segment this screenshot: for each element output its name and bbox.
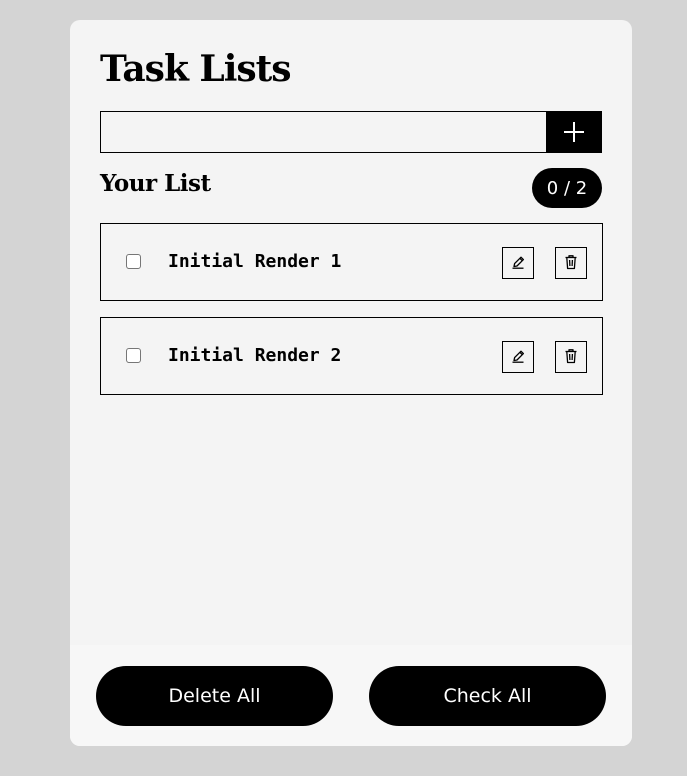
trash-icon xyxy=(562,347,580,368)
task-item: Initial Render 2 xyxy=(100,317,603,395)
add-task-row xyxy=(100,111,602,153)
task-checkbox[interactable] xyxy=(126,254,141,269)
task-label: Initial Render 1 xyxy=(168,251,342,272)
edit-task-button[interactable] xyxy=(502,341,534,373)
add-task-button[interactable] xyxy=(546,111,602,153)
task-list: Initial Render 1 Initial Render 2 xyxy=(100,223,603,411)
trash-icon xyxy=(562,253,580,274)
task-count-badge: 0 / 2 xyxy=(532,168,602,208)
edit-task-button[interactable] xyxy=(502,247,534,279)
list-heading: Your List xyxy=(100,170,211,197)
check-all-button[interactable]: Check All xyxy=(369,666,606,726)
pencil-icon xyxy=(509,347,527,368)
delete-task-button[interactable] xyxy=(555,247,587,279)
footer-actions: Delete All Check All xyxy=(70,645,632,746)
delete-task-button[interactable] xyxy=(555,341,587,373)
pencil-icon xyxy=(509,253,527,274)
task-card: Task Lists Your List 0 / 2 Initial Rende… xyxy=(70,20,632,746)
delete-all-button[interactable]: Delete All xyxy=(96,666,333,726)
page-title: Task Lists xyxy=(100,48,292,90)
task-checkbox[interactable] xyxy=(126,348,141,363)
task-item: Initial Render 1 xyxy=(100,223,603,301)
task-label: Initial Render 2 xyxy=(168,345,342,366)
task-input[interactable] xyxy=(100,111,546,153)
